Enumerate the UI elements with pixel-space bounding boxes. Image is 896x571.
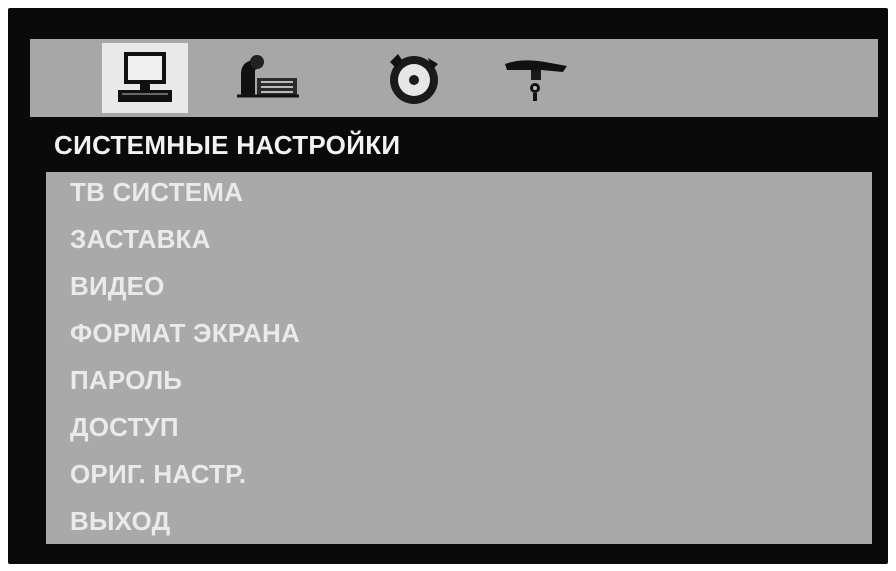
settings-menu-panel: ТВ СИСТЕМА ЗАСТАВКА ВИДЕО ФОРМАТ ЭКРАНА …: [46, 172, 872, 544]
section-title: СИСТЕМНЫЕ НАСТРОЙКИ: [54, 130, 401, 160]
tab-system-setup[interactable]: [102, 43, 188, 113]
menu-item-password[interactable]: ПАРОЛЬ: [70, 364, 182, 396]
menu-tab-bar: [30, 39, 878, 117]
menu-item-aspect-ratio[interactable]: ФОРМАТ ЭКРАНА: [70, 317, 300, 349]
menu-item-video[interactable]: ВИДЕО: [70, 270, 165, 302]
menu-item-screensaver[interactable]: ЗАСТАВКА: [70, 223, 211, 255]
menu-item-default-settings[interactable]: ОРИГ. НАСТР.: [70, 458, 246, 490]
tab-language-setup[interactable]: [224, 43, 310, 113]
tab-preferences-setup[interactable]: [494, 43, 580, 113]
menu-item-tv-system[interactable]: ТВ СИСТЕМА: [70, 176, 243, 208]
menu-item-access[interactable]: ДОСТУП: [70, 411, 179, 443]
audio-icon: [390, 54, 438, 104]
language-icon: [237, 55, 299, 98]
preferences-icon: [505, 60, 567, 101]
menu-item-exit[interactable]: ВЫХОД: [70, 505, 170, 537]
computer-monitor-icon: [118, 52, 172, 102]
osd-screen: СИСТЕМНЫЕ НАСТРОЙКИ ТВ СИСТЕМА ЗАСТАВКА …: [8, 8, 888, 564]
tab-audio-setup[interactable]: [372, 43, 458, 113]
